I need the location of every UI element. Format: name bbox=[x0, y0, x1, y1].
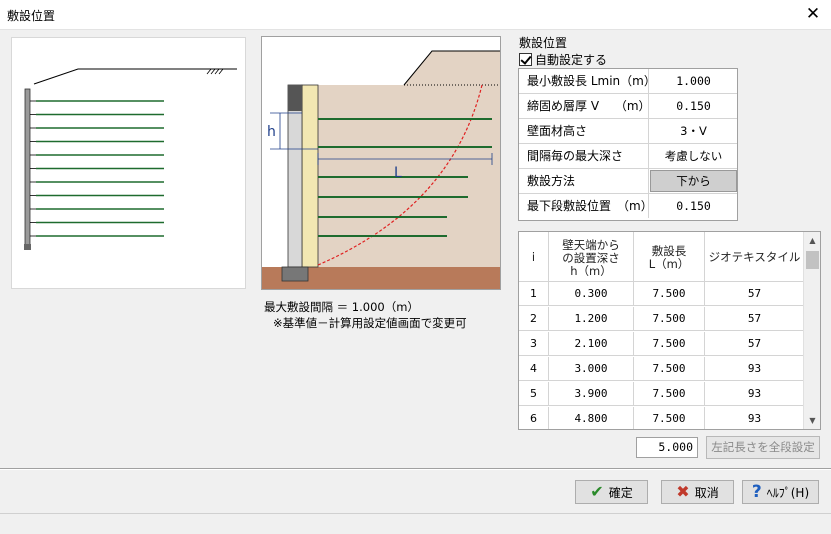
facing-height-label: 壁面材高さ bbox=[519, 119, 649, 143]
table-scrollbar[interactable]: ▲ ▼ bbox=[803, 232, 820, 429]
col-header-index: i bbox=[519, 232, 549, 282]
col-header-length: 敷設長 L（m） bbox=[634, 232, 705, 282]
min-length-value[interactable]: 1.000 bbox=[650, 69, 737, 93]
table-cell-depth[interactable]: 0.300 bbox=[549, 282, 634, 306]
col-header-geotextile: ジオテキスタイル bbox=[705, 232, 805, 282]
facing-unit bbox=[301, 84, 319, 268]
scroll-down-icon[interactable]: ▼ bbox=[804, 412, 820, 429]
row-facing-height: 壁面材高さ 3・V bbox=[519, 119, 737, 144]
table-cell-index: 6 bbox=[519, 407, 549, 429]
wall-foot bbox=[24, 244, 31, 250]
hint-note: ※基準値－計算用設定値画面で変更可 bbox=[273, 316, 467, 330]
check-icon: ✔ bbox=[590, 482, 604, 501]
table-cell-geotextile[interactable]: 57 bbox=[705, 332, 805, 356]
overview-geogrid-lines bbox=[30, 100, 164, 237]
auto-setting-label[interactable]: 自動設定する bbox=[535, 51, 607, 68]
close-icon[interactable]: ✕ bbox=[801, 3, 825, 25]
min-length-label: 最小敷設長 Lmin（m） bbox=[519, 69, 656, 93]
row-compaction-thickness: 締固め層厚 V （m） 0.150 bbox=[519, 94, 737, 119]
checkbox-checked-icon[interactable] bbox=[519, 52, 532, 66]
status-bar bbox=[0, 513, 831, 534]
table-cell-length[interactable]: 7.500 bbox=[634, 332, 705, 356]
ok-label: 確定 bbox=[608, 485, 633, 500]
table-cell-depth[interactable]: 3.000 bbox=[549, 357, 634, 381]
ok-button[interactable]: ✔ 確定 bbox=[575, 480, 648, 504]
max-depth-value[interactable]: 考慮しない bbox=[650, 144, 737, 168]
cancel-button[interactable]: ✖ 取消 bbox=[661, 480, 734, 504]
ground-surface-line bbox=[33, 68, 237, 85]
compaction-thickness-label: 締固め層厚 V （m） bbox=[519, 94, 651, 118]
table-cell-depth[interactable]: 4.800 bbox=[549, 407, 634, 429]
L-label: L bbox=[394, 165, 402, 181]
table-cell-geotextile[interactable]: 57 bbox=[705, 282, 805, 306]
cancel-label: 取消 bbox=[694, 485, 719, 500]
cross-icon: ✖ bbox=[676, 482, 690, 501]
auto-setting-checkbox[interactable]: 自動設定する bbox=[519, 51, 607, 67]
table-cell-index: 3 bbox=[519, 332, 549, 356]
table-cell-length[interactable]: 7.500 bbox=[634, 382, 705, 406]
h-label: h bbox=[267, 124, 276, 140]
length-input[interactable]: 5.000 bbox=[636, 437, 698, 458]
table-cell-geotextile[interactable]: 57 bbox=[705, 307, 805, 331]
facing-height-value[interactable]: 3・V bbox=[650, 119, 737, 143]
table-cell-length[interactable]: 7.500 bbox=[634, 282, 705, 306]
help-label: ﾍﾙﾌﾟ(H) bbox=[766, 485, 810, 500]
table-cell-depth[interactable]: 3.900 bbox=[549, 382, 634, 406]
row-max-depth: 間隔毎の最大深さ 考慮しない bbox=[519, 144, 737, 169]
layer-table: i 壁天端から の設置深さ h（m） 敷設長 L（m） ジオテキスタイル 1 0.… bbox=[518, 231, 821, 430]
leveling-pad bbox=[281, 266, 309, 282]
row-laying-method: 敷設方法 下から bbox=[519, 169, 737, 194]
lowest-position-label: 最下段敷設位置 （m） bbox=[519, 194, 653, 218]
table-cell-depth[interactable]: 1.200 bbox=[549, 307, 634, 331]
wall-facing bbox=[24, 88, 31, 248]
max-interval-note: 最大敷設間隔 ＝ 1.000（m） bbox=[264, 300, 419, 314]
settings-section-label: 敷設位置 bbox=[519, 36, 568, 50]
scroll-thumb[interactable] bbox=[806, 251, 819, 269]
table-cell-length[interactable]: 7.500 bbox=[634, 357, 705, 381]
help-button[interactable]: ? ﾍﾙﾌﾟ(H) bbox=[742, 480, 819, 504]
laying-method-button[interactable]: 下から bbox=[650, 170, 737, 192]
table-cell-geotextile[interactable]: 93 bbox=[705, 357, 805, 381]
coping bbox=[288, 85, 302, 111]
max-depth-label: 間隔毎の最大深さ bbox=[519, 144, 649, 168]
table-cell-length[interactable]: 7.500 bbox=[634, 407, 705, 429]
compaction-thickness-value[interactable]: 0.150 bbox=[650, 94, 737, 118]
col-header-depth: 壁天端から の設置深さ h（m） bbox=[549, 232, 634, 282]
laying-method-label: 敷設方法 bbox=[519, 169, 649, 193]
ground-hatch-icon bbox=[206, 68, 224, 75]
table-cell-index: 2 bbox=[519, 307, 549, 331]
lowest-position-value[interactable]: 0.150 bbox=[650, 194, 737, 218]
apply-length-all-button[interactable]: 左記長さを全段設定 bbox=[706, 436, 820, 459]
row-lowest-position: 最下段敷設位置 （m） 0.150 bbox=[519, 194, 737, 219]
overview-diagram bbox=[11, 37, 246, 289]
wall-panel bbox=[287, 84, 303, 268]
settings-grid: 最小敷設長 Lmin（m） 1.000 締固め層厚 V （m） 0.150 壁面… bbox=[518, 68, 738, 221]
table-cell-length[interactable]: 7.500 bbox=[634, 307, 705, 331]
table-cell-geotextile[interactable]: 93 bbox=[705, 407, 805, 429]
window-title: 敷設位置 bbox=[7, 9, 56, 23]
title-bar: 敷設位置 ✕ bbox=[0, 0, 831, 30]
table-cell-index: 5 bbox=[519, 382, 549, 406]
table-cell-geotextile[interactable]: 93 bbox=[705, 382, 805, 406]
table-cell-index: 4 bbox=[519, 357, 549, 381]
scroll-up-icon[interactable]: ▲ bbox=[804, 232, 820, 249]
section-svg: h L bbox=[262, 50, 500, 289]
row-min-length: 最小敷設長 Lmin（m） 1.000 bbox=[519, 69, 737, 94]
question-icon: ? bbox=[751, 481, 762, 502]
overview-svg bbox=[24, 68, 237, 250]
footer-separator-highlight bbox=[0, 469, 831, 470]
table-cell-depth[interactable]: 2.100 bbox=[549, 332, 634, 356]
table-cell-index: 1 bbox=[519, 282, 549, 306]
section-diagram: h L bbox=[261, 36, 501, 290]
